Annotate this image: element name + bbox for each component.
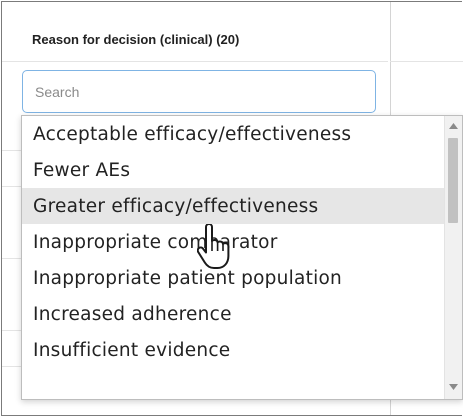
option-acceptable-efficacy[interactable]: Acceptable efficacy/effectiveness [22, 116, 444, 152]
hand-pointer-icon [197, 224, 230, 269]
option-list: Acceptable efficacy/effectiveness Fewer … [22, 116, 444, 399]
search-input[interactable] [22, 70, 376, 113]
options-dropdown: Acceptable efficacy/effectiveness Fewer … [21, 115, 463, 400]
filter-header: Reason for decision (clinical) (20) [2, 2, 388, 114]
chevron-up-icon[interactable] [445, 118, 462, 136]
option-greater-efficacy[interactable]: Greater efficacy/effectiveness [22, 188, 444, 224]
row-divider [2, 258, 22, 259]
option-increased-adherence[interactable]: Increased adherence [22, 296, 444, 332]
row-divider [2, 366, 22, 367]
header-divider-right [390, 61, 463, 62]
option-inappropriate-patient-population[interactable]: Inappropriate patient population [22, 260, 444, 296]
row-divider [2, 150, 22, 151]
option-inappropriate-comparator[interactable]: Inappropriate comparator [22, 224, 444, 260]
chevron-down-icon[interactable] [445, 379, 462, 397]
option-insufficient-evidence[interactable]: Insufficient evidence [22, 332, 444, 368]
filter-title: Reason for decision (clinical) (20) [32, 32, 240, 47]
scroll-thumb[interactable] [448, 138, 458, 223]
option-fewer-aes[interactable]: Fewer AEs [22, 152, 444, 188]
row-divider [2, 186, 22, 187]
row-divider [2, 330, 22, 331]
dropdown-scrollbar[interactable] [444, 116, 462, 399]
